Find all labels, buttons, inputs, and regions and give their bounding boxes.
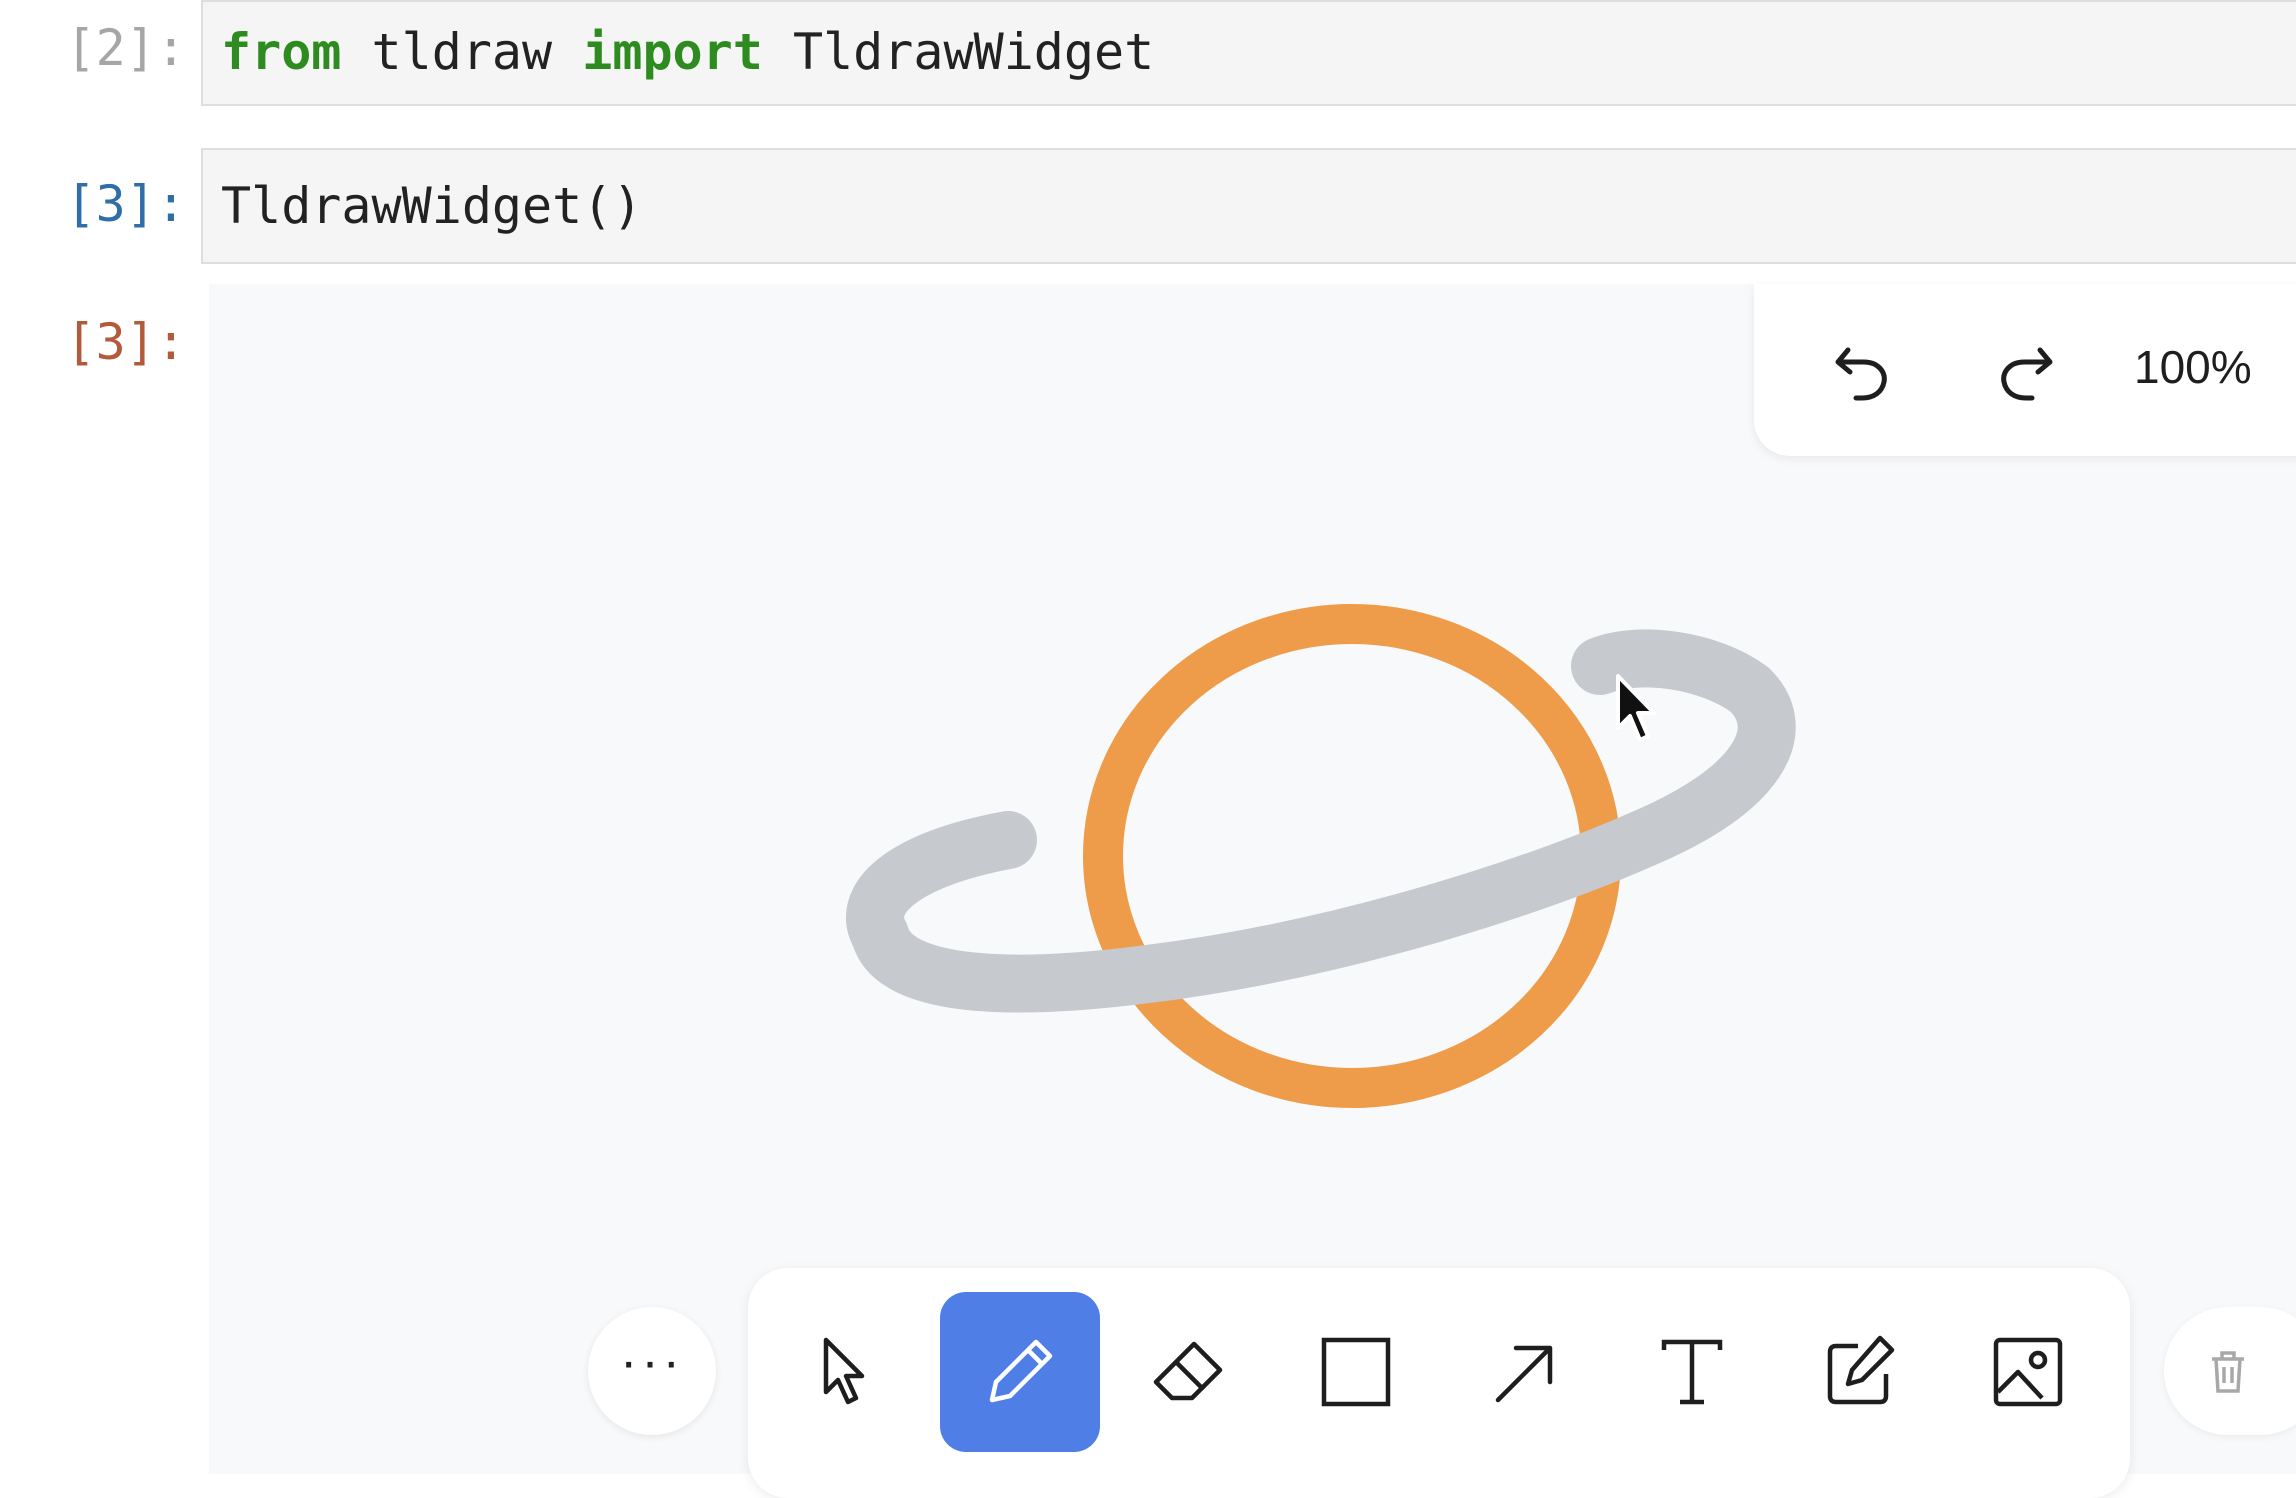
cell-2-input[interactable]: from tldraw import TldrawWidget	[201, 0, 2296, 106]
undo-button[interactable]	[1812, 320, 1912, 420]
cursor-arrow-icon	[823, 1337, 865, 1405]
keyword-from: from	[221, 23, 342, 81]
zoom-level[interactable]: 100%	[2134, 340, 2252, 394]
eraser-icon	[1153, 1341, 1223, 1401]
cell-2-prompt: [2]:	[65, 19, 186, 77]
keyword-import: import	[582, 23, 763, 81]
pencil-icon	[989, 1339, 1053, 1403]
rectangle-tool-button[interactable]	[1276, 1292, 1436, 1452]
redo-button[interactable]	[1976, 320, 2076, 420]
cell-3-output-prompt: [3]:	[65, 313, 186, 371]
delete-button[interactable]	[2164, 1307, 2296, 1435]
cell-3-prompt: [3]:	[65, 175, 186, 233]
module-name: tldraw	[341, 23, 583, 81]
arrow-icon	[1495, 1345, 1553, 1403]
more-menu-button[interactable]: ···	[588, 1307, 716, 1435]
mouse-cursor-icon	[1616, 674, 1656, 742]
undo-icon	[1835, 347, 1887, 401]
select-tool-button[interactable]	[766, 1292, 926, 1452]
text-icon	[1661, 1339, 1723, 1405]
redo-icon	[2001, 347, 2053, 401]
image-tool-button[interactable]	[1948, 1292, 2108, 1452]
cell-3-input[interactable]: TldrawWidget()	[201, 148, 2296, 264]
arrow-tool-button[interactable]	[1444, 1292, 1604, 1452]
eraser-tool-button[interactable]	[1108, 1292, 1268, 1452]
more-dots-icon: ···	[620, 1333, 684, 1391]
square-icon	[1321, 1337, 1391, 1407]
image-icon	[1993, 1337, 2063, 1407]
trash-icon	[2212, 1351, 2244, 1393]
draw-tool-button[interactable]	[940, 1292, 1100, 1452]
tool-bar	[748, 1268, 2130, 1498]
history-zoom-panel: 100%	[1754, 284, 2296, 456]
import-name: TldrawWidget	[762, 23, 1155, 81]
text-tool-button[interactable]	[1612, 1292, 1772, 1452]
note-pencil-icon	[1827, 1335, 1895, 1405]
note-tool-button[interactable]	[1780, 1292, 1940, 1452]
